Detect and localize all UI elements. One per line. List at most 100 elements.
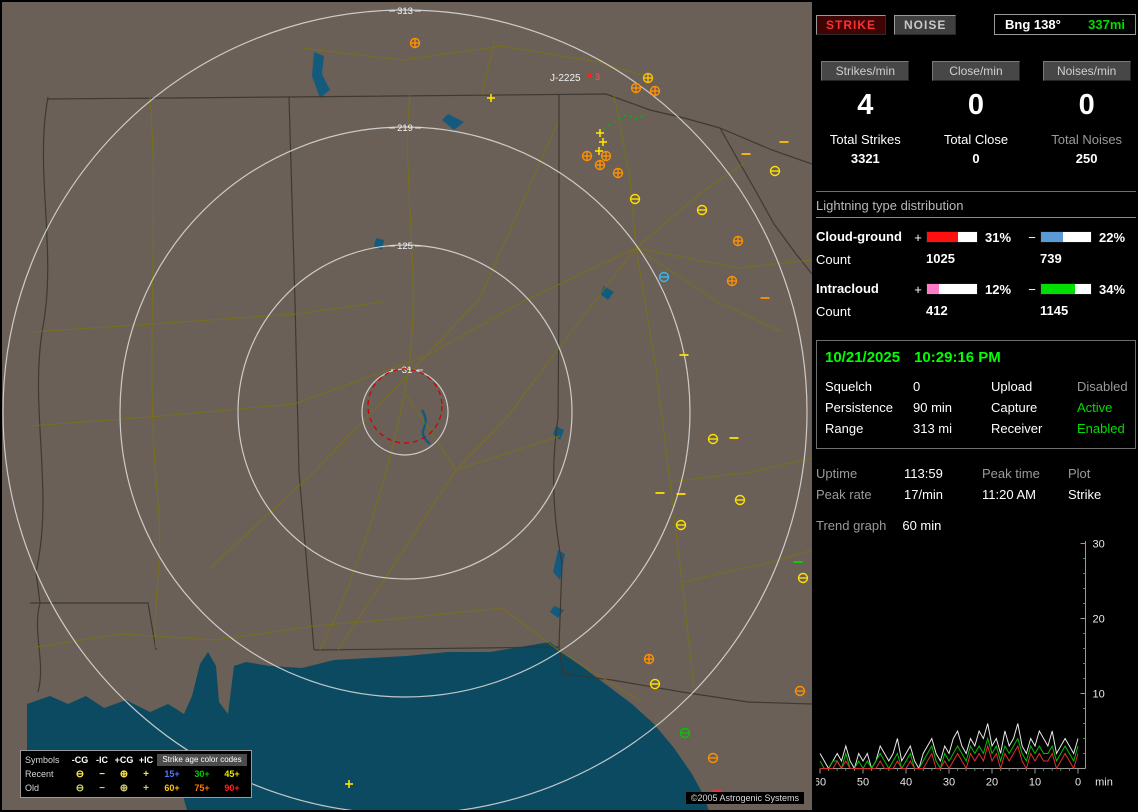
age-45: 45+ <box>224 769 240 779</box>
uptime-value: 113:59 <box>904 466 943 481</box>
trend-y-label: 20 <box>1093 614 1105 626</box>
receiver-label: Receiver <box>991 421 1043 436</box>
peak-rate-label: Peak rate <box>816 487 872 502</box>
range-ring-label: 219 <box>397 123 413 134</box>
settings-grid: Squelch 0 Upload Disabled Persistence 90… <box>825 379 1128 436</box>
lightning-map[interactable]: 313 219 125 31 J-2225 3 Symbols -CG -IC +CG +… <box>2 2 812 810</box>
status-panel: STRIKE NOISE Bng 138° 337mi Strikes/min … <box>816 2 1136 810</box>
upload-label: Upload <box>991 379 1033 394</box>
strikes-column: Strikes/min 4 Total Strikes 3321 <box>816 61 915 171</box>
total-noises-value: 250 <box>1075 151 1098 166</box>
cg-negative-count: 739 <box>1040 251 1062 266</box>
total-strikes-value: 3321 <box>850 151 880 166</box>
cg-positive-bar <box>926 231 978 243</box>
range-ring-label: 313 <box>397 6 413 17</box>
ic-count-label: Count <box>816 303 851 319</box>
trend-x-label: 50 <box>857 777 869 789</box>
peak-time-value: 11:20 AM <box>982 487 1036 502</box>
total-close-value: 0 <box>972 151 980 166</box>
strikes-per-min-value: 4 <box>857 89 874 121</box>
legend-age-title: Strike age color codes <box>157 754 247 766</box>
plot-mode-value: Strike <box>1068 487 1102 502</box>
persistence-value: 90 min <box>913 400 953 415</box>
noises-per-min-value: 0 <box>1078 89 1095 121</box>
cg-positive-pct: 31% <box>985 229 1012 245</box>
noises-per-min-button[interactable]: Noises/min <box>1042 61 1131 81</box>
trend-x-label: 0 <box>1075 777 1081 789</box>
trend-x-label: 20 <box>986 777 998 789</box>
minus-icon: − <box>99 782 105 794</box>
age-15: 15+ <box>164 769 180 779</box>
close-per-min-value: 0 <box>967 89 985 121</box>
cg-count-label: Count <box>816 251 851 267</box>
uptime-label: Uptime <box>816 466 858 481</box>
distribution-grid: Cloud-ground + 31% − 22% Count 1025 739 … <box>816 226 1136 322</box>
cloud-ground-label: Cloud-ground <box>816 229 902 244</box>
minus-sign: − <box>1028 281 1036 297</box>
legend-col-neg-ic: -IC <box>96 755 108 765</box>
rate-counters: Strikes/min 4 Total Strikes 3321 Close/m… <box>816 61 1136 171</box>
strikes-per-min-button[interactable]: Strikes/min <box>821 61 910 81</box>
total-noises-label: Total Noises <box>1051 132 1123 147</box>
receiver-status-box: 10/21/2025 10:29:16 PM Squelch 0 Upload … <box>816 340 1136 449</box>
persistence-label: Persistence <box>825 400 893 415</box>
close-per-min-button[interactable]: Close/min <box>931 61 1020 81</box>
legend-header-row: Symbols -CG -IC +CG +IC Strike age color… <box>25 753 247 767</box>
legend-recent-label: Recent <box>25 769 54 779</box>
trend-series-cloud-ground <box>820 744 1079 771</box>
receiver-status: Enabled <box>1077 421 1125 436</box>
age-30: 30+ <box>194 769 210 779</box>
minus-icon: − <box>99 768 105 780</box>
cg-negative-bar <box>1040 231 1092 243</box>
circle-minus-icon: ⊖ <box>75 768 85 780</box>
storm-cell-label: J-2225 <box>550 73 581 84</box>
trend-graph-header: Trend graph 60 min <box>816 518 1136 533</box>
legend-title: Symbols <box>25 755 60 765</box>
intracloud-label: Intracloud <box>816 281 879 296</box>
plus-icon: + <box>143 782 149 794</box>
circle-minus-icon: ⊖ <box>75 782 85 794</box>
datetime-display: 10/21/2025 10:29:16 PM <box>825 349 1127 366</box>
age-75: 75+ <box>194 783 210 793</box>
storm-cell-marker <box>588 74 592 78</box>
trend-graph-label: Trend graph <box>816 518 887 533</box>
plus-sign: + <box>914 281 922 297</box>
time-value: 10:29:16 PM <box>914 349 1001 366</box>
legend-old-row: Old ⊖ − ⊕ + 60+ 75+ 90+ <box>25 781 247 795</box>
strike-mode-button[interactable]: STRIKE <box>816 14 887 35</box>
close-column: Close/min 0 Total Close 0 <box>927 61 1026 171</box>
ic-positive-pct: 12% <box>985 281 1012 297</box>
bearing-distance: 337mi <box>1088 17 1125 32</box>
cg-positive-count: 1025 <box>926 251 955 266</box>
bearing-value: Bng 138° <box>1005 17 1061 32</box>
trend-x-label: 30 <box>943 777 955 789</box>
noise-mode-button[interactable]: NOISE <box>894 14 957 35</box>
ic-negative-count: 1145 <box>1040 303 1069 318</box>
cg-negative-pct: 22% <box>1099 229 1126 245</box>
plot-label: Plot <box>1068 466 1091 481</box>
map-canvas[interactable]: 313 219 125 31 J-2225 3 <box>2 2 812 810</box>
trend-x-unit: min <box>1095 777 1113 789</box>
capture-status: Active <box>1077 400 1113 415</box>
map-legend: Symbols -CG -IC +CG +IC Strike age color… <box>20 750 252 798</box>
minus-sign: − <box>1028 229 1036 245</box>
ic-negative-pct: 34% <box>1099 281 1126 297</box>
mode-header: STRIKE NOISE Bng 138° 337mi <box>816 14 1136 35</box>
circle-plus-icon: ⊕ <box>119 768 129 780</box>
circle-plus-icon: ⊕ <box>119 782 129 794</box>
range-value: 313 mi <box>913 421 953 436</box>
upload-status: Disabled <box>1077 379 1128 394</box>
total-strikes-label: Total Strikes <box>829 132 901 147</box>
legend-recent-row: Recent ⊖ − ⊕ + 15+ 30+ 45+ <box>25 767 247 781</box>
copyright-label: ©2005 Astrogenic Systems <box>685 792 804 804</box>
age-90: 90+ <box>224 783 240 793</box>
legend-col-pos-cg: +CG <box>114 755 134 765</box>
trend-x-label: 40 <box>900 777 912 789</box>
ic-positive-count: 412 <box>926 303 948 318</box>
peak-rate-value: 17/min <box>904 487 944 502</box>
trend-window-value: 60 min <box>902 518 942 533</box>
plus-sign: + <box>914 229 922 245</box>
legend-col-pos-ic: +IC <box>138 755 154 765</box>
storm-cell-count: 3 <box>595 72 600 82</box>
date-value: 10/21/2025 <box>825 349 901 366</box>
